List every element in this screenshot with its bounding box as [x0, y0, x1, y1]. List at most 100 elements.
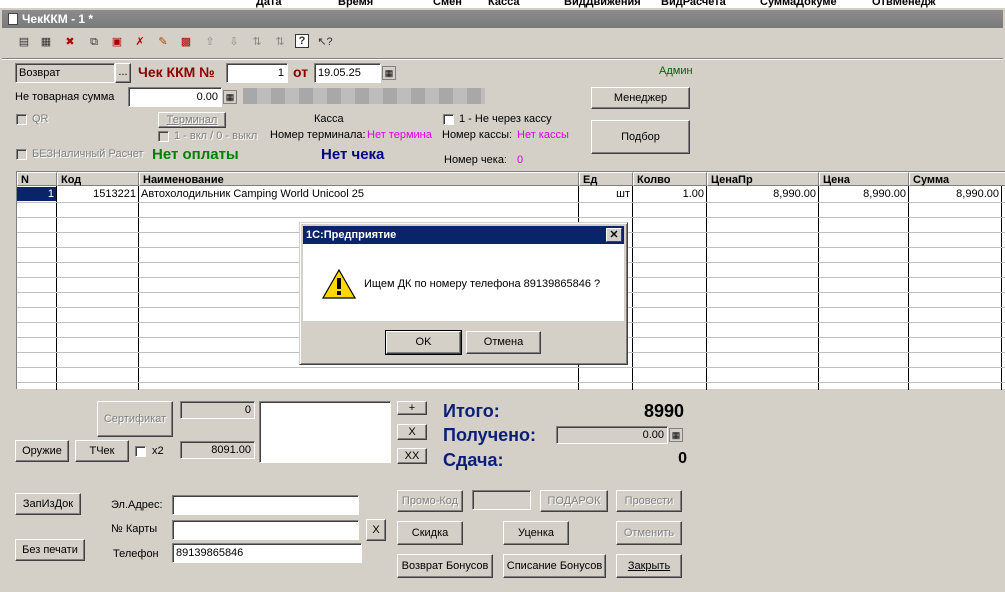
gift-button[interactable]: ПОДАРОК [540, 490, 608, 512]
tcheck-button[interactable]: ТЧек [75, 440, 129, 462]
card-clear-button[interactable]: X [366, 519, 386, 541]
amount-field[interactable]: 8091.00 [180, 441, 255, 459]
cancel-doc-button[interactable]: Отменить [616, 521, 682, 545]
bg-col-payment: ВидРасчета [661, 0, 726, 8]
cell-qty[interactable]: 1.00 [633, 187, 706, 201]
phone-field[interactable]: 89139865846 [172, 543, 362, 563]
xx-button[interactable]: XX [397, 448, 427, 464]
col-price-pr[interactable]: ЦенаПр [707, 172, 819, 186]
cancel-button[interactable]: Отмена [466, 331, 541, 354]
received-field[interactable]: 0.00 [556, 426, 668, 444]
dialog-titlebar[interactable]: 1С:Предприятие ✕ [303, 226, 624, 244]
help-icon[interactable]: ? [295, 34, 309, 48]
col-qty[interactable]: Колво [633, 172, 707, 186]
date-field[interactable]: 19.05.25 [314, 63, 381, 83]
cashless-checkbox[interactable] [16, 149, 27, 160]
export-icon[interactable]: ▣ [109, 34, 125, 50]
dialog-close-icon[interactable]: ✕ [606, 228, 622, 242]
duplicate-icon[interactable]: ⧉ [86, 34, 102, 50]
operation-select[interactable]: Возврат [15, 63, 115, 83]
weapon-button[interactable]: Оружие [15, 440, 69, 462]
phone-label: Телефон [113, 548, 159, 560]
cell-code[interactable]: 1513221 [57, 187, 138, 201]
card-field[interactable] [172, 520, 359, 540]
promo-code-field[interactable] [472, 490, 531, 510]
return-bonus-button[interactable]: Возврат Бонусов [397, 554, 493, 578]
ok-button[interactable]: OK [385, 330, 462, 355]
zapizdok-button[interactable]: ЗапИзДок [15, 493, 81, 515]
cell-name[interactable]: Автохолодильник Camping World Unicool 25 [139, 187, 578, 201]
bg-col-date: Дата [256, 0, 282, 8]
no-check-status: Нет чека [321, 146, 385, 163]
podbor-button[interactable]: Подбор [591, 120, 690, 154]
cell-n[interactable]: 1 [17, 187, 56, 201]
email-label: Эл.Адрес: [111, 499, 163, 511]
total-label: Итого: [443, 401, 500, 421]
close-button[interactable]: Закрыть [616, 554, 682, 578]
promo-code-button[interactable]: Промо-Код [397, 490, 463, 512]
qr-checkbox[interactable] [16, 114, 27, 125]
not-via-kassa-checkbox[interactable] [443, 114, 454, 125]
sort-asc-icon[interactable]: ⇅ [249, 34, 265, 50]
notes-field[interactable] [259, 401, 391, 463]
bg-col-movement: ВидДвижения [564, 0, 641, 8]
copy-doc-icon[interactable]: ▦ [38, 34, 54, 50]
table-row[interactable]: 1 1513221 Автохолодильник Camping World … [17, 187, 1005, 202]
col-sum[interactable]: Сумма [909, 172, 1005, 186]
cashless-label: БЕЗНаличный Расчет [32, 148, 144, 160]
calendar-icon[interactable]: ▦ [382, 66, 396, 80]
bg-col-kassa: Касса [488, 0, 520, 8]
bg-col-sum: СуммаДокуме [760, 0, 837, 8]
plus-button[interactable]: + [397, 401, 427, 415]
operation-choose-button[interactable]: ... [115, 63, 131, 83]
bg-col-manager: ОтвМенедж [872, 0, 936, 8]
non-goods-sum-field[interactable]: 0.00 [128, 87, 222, 107]
certificate-value-field[interactable]: 0 [180, 401, 255, 419]
cell-price[interactable]: 8,990.00 [819, 187, 908, 201]
delete-doc-icon[interactable]: ✖ [62, 34, 78, 50]
total-value: 8990 [643, 401, 684, 421]
x2-label: x2 [152, 445, 164, 457]
col-price[interactable]: Цена [819, 172, 909, 186]
edit-icon[interactable]: ✎ [155, 34, 171, 50]
col-code[interactable]: Код [57, 172, 139, 186]
dialog-title: 1С:Предприятие [306, 229, 397, 241]
post-button[interactable]: Провести [616, 490, 682, 512]
pointer-help-icon[interactable]: ↖? [317, 34, 333, 50]
col-n[interactable]: N [17, 172, 57, 186]
discount-button[interactable]: Скидка [397, 521, 463, 545]
bg-col-shift: Смен [433, 0, 462, 8]
terminal-button[interactable]: Терминал [158, 112, 226, 128]
manager-button[interactable]: Менеджер [591, 87, 690, 109]
x-button[interactable]: X [397, 424, 427, 440]
certificate-button[interactable]: Сертификат [97, 401, 173, 437]
kassa-number-value: Нет кассы [517, 129, 569, 141]
move-down-icon[interactable]: ⇩ [226, 34, 242, 50]
cell-price-pr[interactable]: 8,990.00 [707, 187, 818, 201]
x2-checkbox[interactable] [135, 446, 146, 457]
calculator-icon[interactable]: ▦ [223, 90, 237, 104]
kassa-number-label: Номер кассы: [442, 129, 513, 141]
received-calculator-icon[interactable]: ▦ [669, 428, 683, 442]
properties-icon[interactable]: ▩ [178, 34, 194, 50]
user-label: Админ [659, 65, 693, 77]
check-number-field[interactable]: 1 [226, 63, 288, 83]
terminal-toggle-checkbox[interactable] [158, 131, 169, 142]
spend-bonus-button[interactable]: Списание Бонусов [503, 554, 606, 578]
col-name[interactable]: Наименование [139, 172, 579, 186]
change-value: 0 [678, 450, 687, 467]
dialog-body: Ищем ДК по номеру телефона 89139865846 ? [303, 244, 624, 321]
email-field[interactable] [172, 495, 359, 515]
col-unit[interactable]: Ед [579, 172, 633, 186]
check-number-label: Номер чека: [444, 154, 507, 166]
cell-unit[interactable]: шт [579, 187, 632, 201]
new-doc-icon[interactable]: ▤ [16, 34, 32, 50]
no-print-button[interactable]: Без печати [15, 539, 85, 561]
window-titlebar[interactable]: ЧекККМ - 1 * [2, 10, 1003, 28]
move-up-icon[interactable]: ⇧ [202, 34, 218, 50]
markdown-button[interactable]: Уценка [503, 521, 569, 545]
sort-desc-icon[interactable]: ⇅ [272, 34, 288, 50]
dialog-message: Ищем ДК по номеру телефона 89139865846 ? [364, 278, 601, 290]
cell-sum[interactable]: 8,990.00 [909, 187, 1001, 201]
delete-row-icon[interactable]: ✗ [132, 34, 148, 50]
